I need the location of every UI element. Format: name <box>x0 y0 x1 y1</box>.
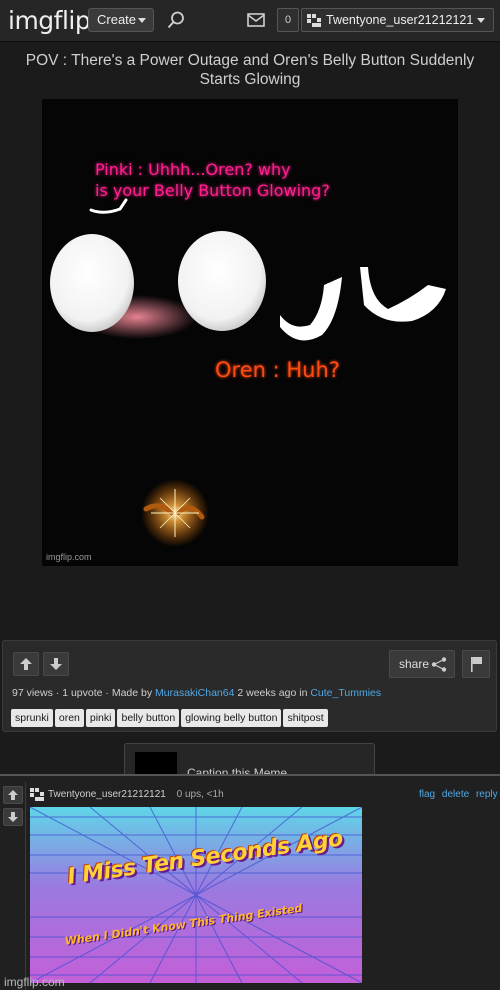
comment-reply-link[interactable]: reply <box>476 789 498 800</box>
comment-username[interactable]: Twentyone_user21212121 <box>48 789 166 800</box>
share-button[interactable]: share <box>389 650 455 678</box>
comment-flag-link[interactable]: flag <box>419 789 435 800</box>
imgflip-logo[interactable]: imgflip <box>8 6 91 35</box>
arrow-down-icon <box>50 658 62 670</box>
comment-downvote-button[interactable] <box>3 808 23 826</box>
create-label: Create <box>97 12 137 27</box>
comment-delete-link[interactable]: delete <box>442 789 469 800</box>
chevron-down-icon <box>477 18 485 23</box>
oren-caption: Oren : Huh? <box>215 358 340 382</box>
search-icon[interactable] <box>166 10 186 30</box>
user-menu-button[interactable]: Twentyone_user21212121 <box>301 8 494 32</box>
pinki-caption-line1: Pinki : Uhhh...Oren? why <box>95 160 291 179</box>
stream-link[interactable]: Cute_Tummies <box>310 687 381 699</box>
comment-actions: flag delete reply <box>419 789 500 800</box>
post-meta: 97 views · 1 upvote · Made by MurasakiCh… <box>12 687 381 699</box>
upvote-button[interactable] <box>13 652 39 676</box>
arrow-up-icon <box>20 658 32 670</box>
tag-item[interactable]: oren <box>54 709 84 727</box>
made-by-label: Made by <box>111 687 153 699</box>
tag-item[interactable]: sprunki <box>11 709 53 727</box>
tag-item[interactable]: shitpost <box>283 709 328 727</box>
comment-section: Twentyone_user21212121 0 ups, <1h flag d… <box>0 774 500 990</box>
flag-icon <box>471 657 482 672</box>
share-icon <box>431 657 447 672</box>
image-watermark: imgflip.com <box>46 552 92 562</box>
comment-upvote-button[interactable] <box>3 786 23 804</box>
top-nav: imgflip Create 0 Twentyone_user21212121 <box>0 0 500 42</box>
username: Twentyone_user21212121 <box>326 13 474 27</box>
mail-icon[interactable] <box>247 12 265 28</box>
chevron-down-icon <box>138 18 146 23</box>
logo-text-img: img <box>8 6 54 35</box>
create-button[interactable]: Create <box>88 8 154 32</box>
avatar-icon <box>307 14 321 27</box>
page-title: POV : There's a Power Outage and Oren's … <box>25 52 475 88</box>
author-link[interactable]: MurasakiChan64 <box>155 687 234 699</box>
comment-image[interactable]: I Miss Ten Seconds Ago When I Didn't Kno… <box>30 807 362 983</box>
meme-image[interactable]: Pinki : Uhhh...Oren? why is your Belly B… <box>42 99 458 566</box>
downvote-button[interactable] <box>43 652 69 676</box>
avatar-icon <box>30 788 44 801</box>
tag-item[interactable]: glowing belly button <box>181 709 282 727</box>
arrow-up-icon <box>8 790 18 800</box>
flag-button[interactable] <box>462 650 490 678</box>
tag-item[interactable]: belly button <box>117 709 180 727</box>
arrow-down-icon <box>8 812 18 822</box>
comment-thread-line <box>25 782 26 990</box>
tag-item[interactable]: pinki <box>85 709 116 727</box>
post-details-panel: share 97 views · 1 upvote · Made by Mura… <box>2 640 497 732</box>
post-time: 2 weeks ago in <box>237 687 308 699</box>
tag-list: sprunki oren pinki belly button glowing bell… <box>11 708 330 727</box>
comment-stats: 0 ups, <1h <box>176 789 224 800</box>
logo-text-flip: flip <box>53 6 91 35</box>
page-watermark: imgflip.com <box>4 975 65 989</box>
comment-header: Twentyone_user21212121 0 ups, <1h <box>48 789 224 800</box>
views-count: 97 views <box>12 687 53 699</box>
upvote-count: 1 upvote <box>62 687 103 699</box>
pinki-caption: Pinki : Uhhh...Oren? why is your Belly B… <box>95 159 330 201</box>
notification-count[interactable]: 0 <box>277 8 299 32</box>
share-label: share <box>399 657 430 671</box>
pinki-caption-line2: is your Belly Button Glowing? <box>95 181 330 200</box>
